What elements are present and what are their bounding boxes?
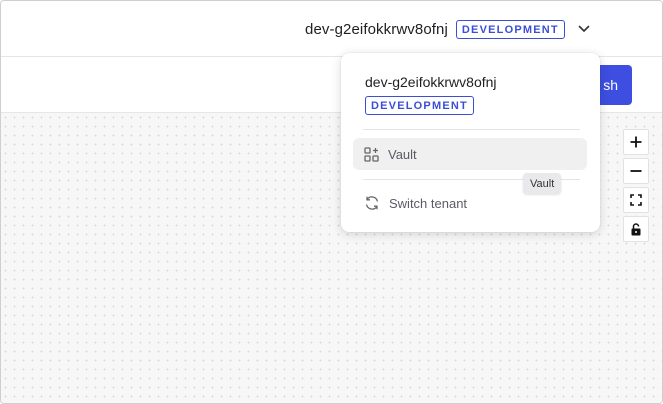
- dropdown-tenant-name: dev-g2eifokkrwv8ofnj: [365, 74, 497, 90]
- refresh-icon: [365, 196, 379, 210]
- fit-view-icon: [630, 194, 642, 206]
- tenant-name: dev-g2eifokkrwv8ofnj: [305, 20, 448, 38]
- lock-icon: [631, 222, 641, 235]
- dropdown-environment-badge: DEVELOPMENT: [365, 96, 474, 115]
- lock-button[interactable]: [623, 216, 649, 242]
- zoom-controls: [623, 129, 649, 242]
- vault-icon: [364, 146, 379, 162]
- divider: [363, 129, 580, 130]
- menu-item-label: Vault: [388, 146, 417, 162]
- tenant-switcher[interactable]: dev-g2eifokkrwv8ofnj DEVELOPMENT: [305, 17, 593, 41]
- minus-icon: [630, 170, 642, 172]
- environment-badge: DEVELOPMENT: [455, 19, 565, 39]
- zoom-out-button[interactable]: [623, 158, 649, 184]
- app-frame: dev-g2eifokkrwv8ofnj DEVELOPMENT sh dev-…: [0, 0, 663, 404]
- plus-icon: [630, 136, 642, 148]
- menu-item-label: Switch tenant: [389, 195, 468, 211]
- chevron-down-icon[interactable]: [575, 20, 593, 38]
- tenant-dropdown-menu: dev-g2eifokkrwv8ofnj DEVELOPMENT Vault S…: [341, 53, 600, 232]
- fit-view-button[interactable]: [623, 187, 649, 213]
- tooltip: Vault: [523, 173, 562, 194]
- top-bar: dev-g2eifokkrwv8ofnj DEVELOPMENT: [1, 1, 662, 57]
- zoom-in-button[interactable]: [623, 129, 649, 155]
- menu-item-vault[interactable]: Vault: [353, 138, 587, 170]
